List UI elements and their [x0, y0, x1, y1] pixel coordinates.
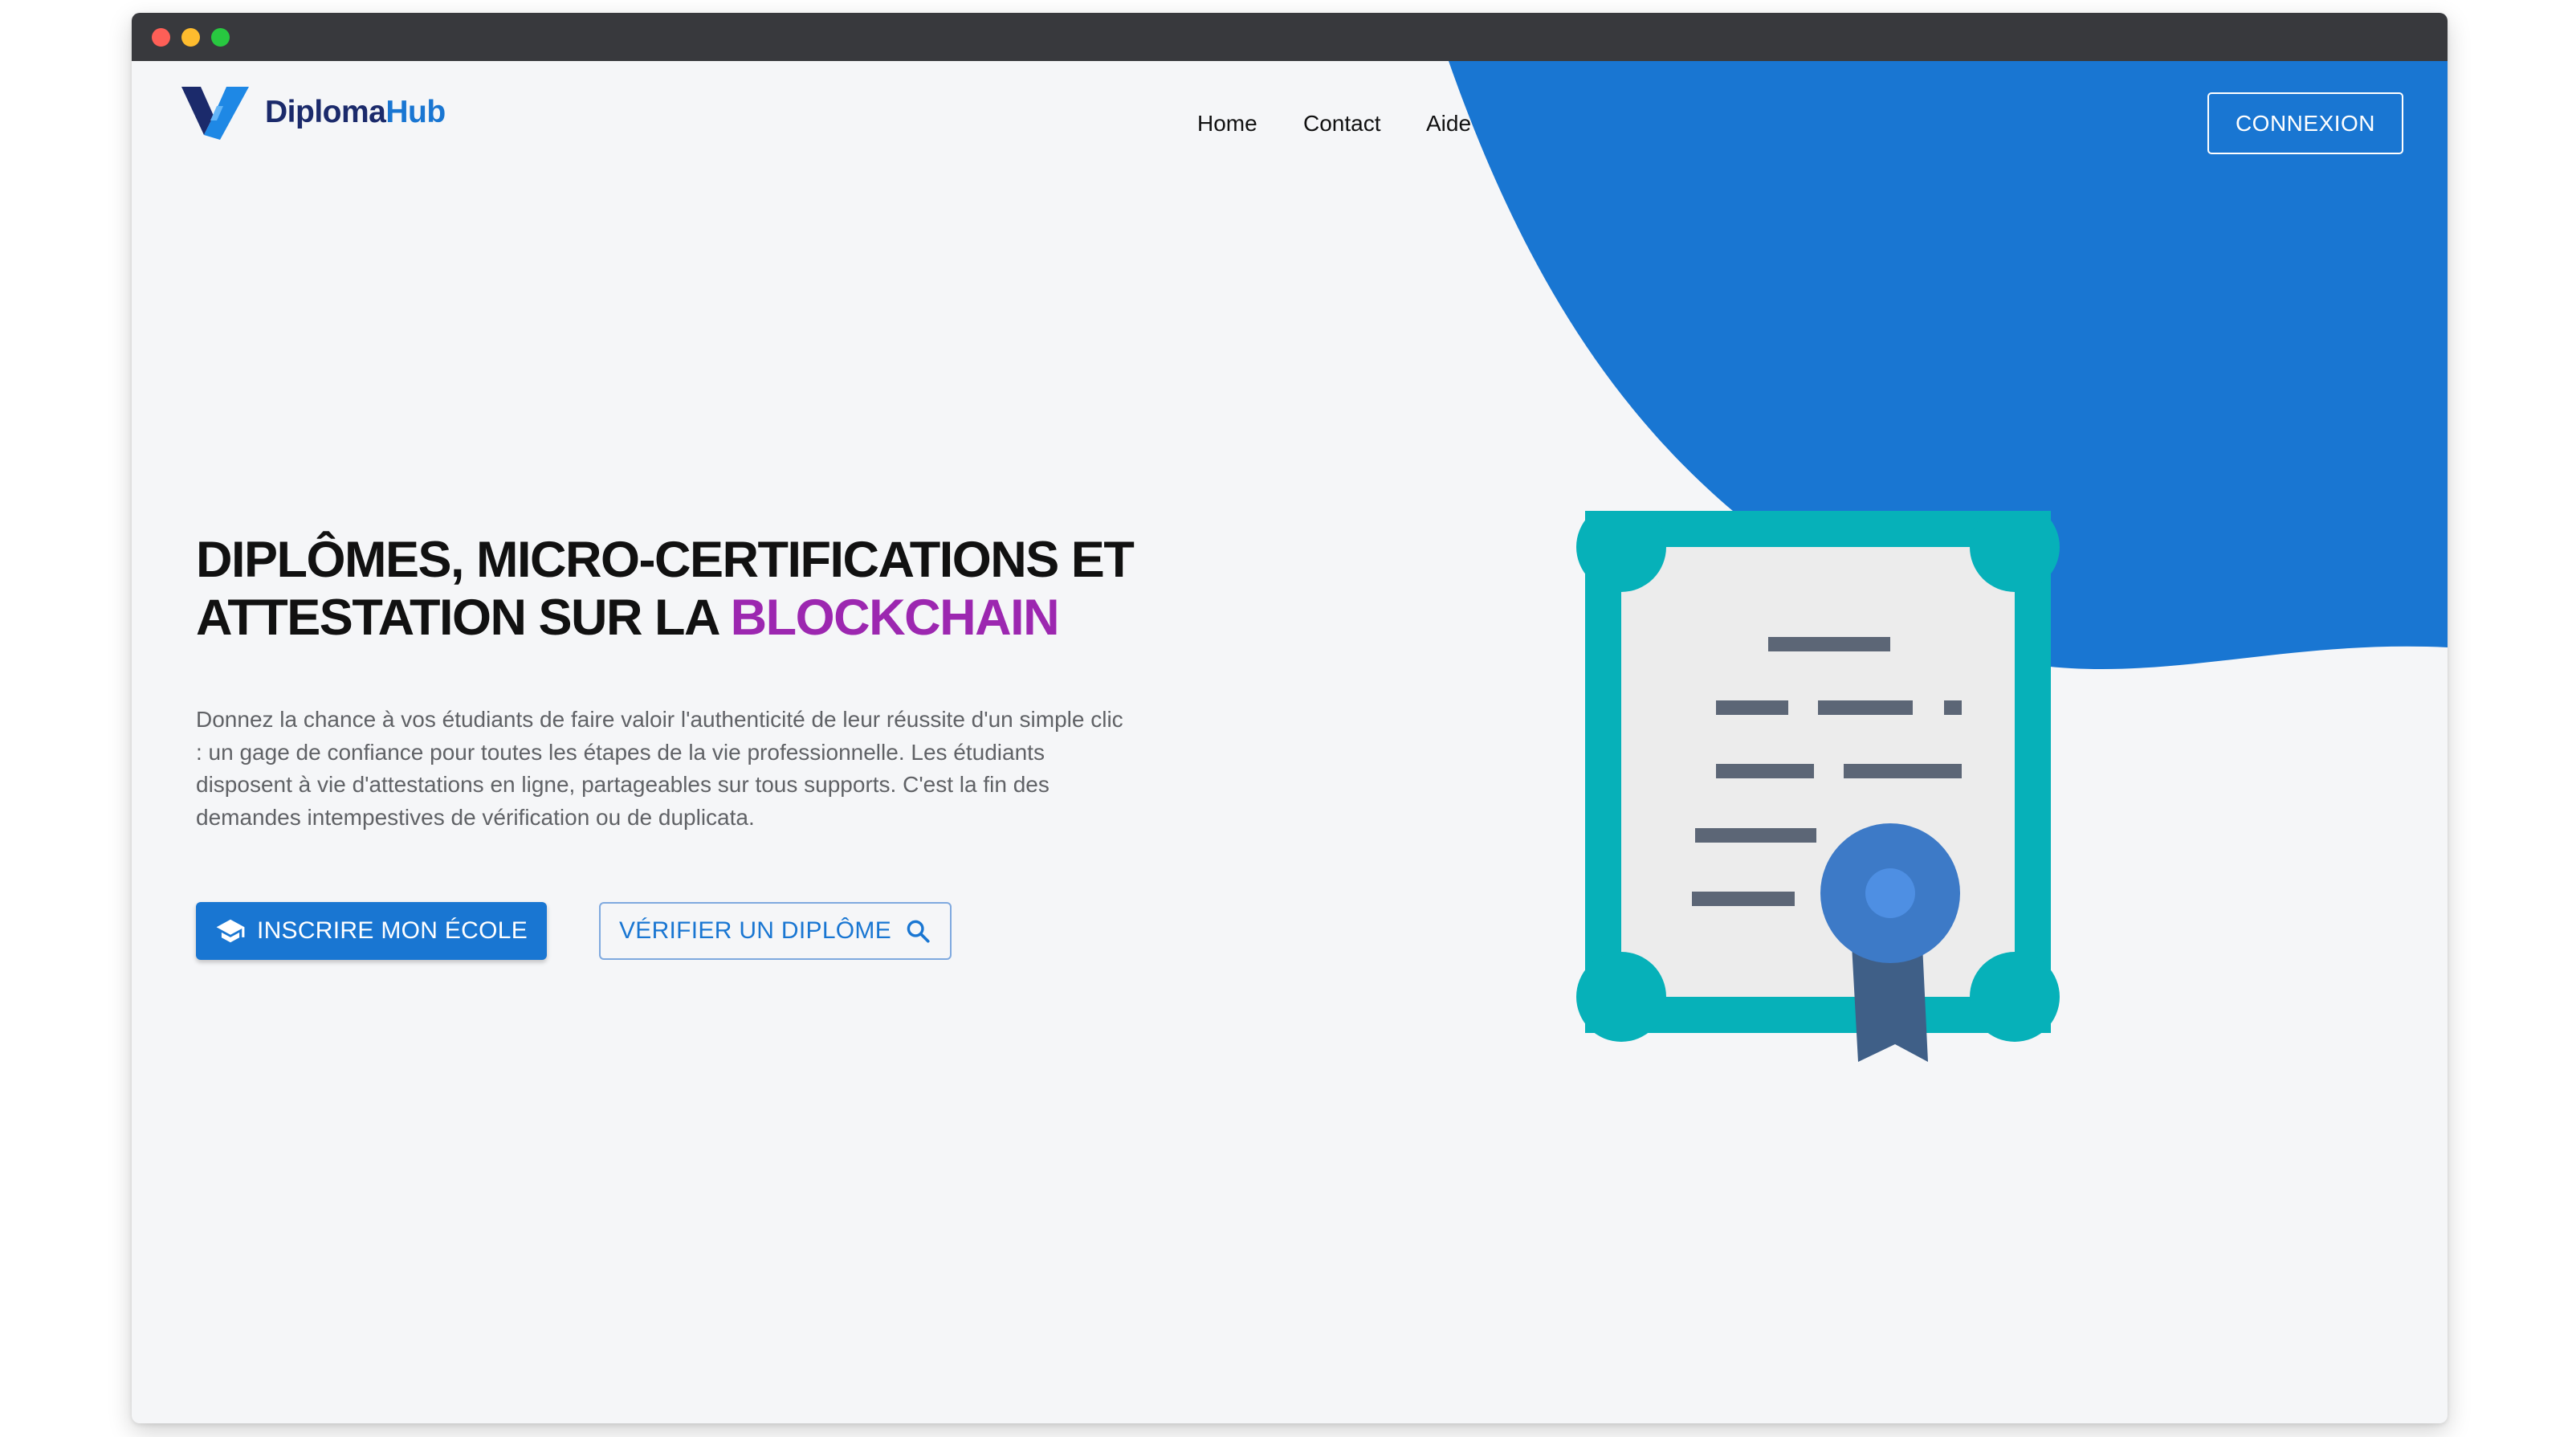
close-window-button[interactable]: [152, 28, 170, 47]
landing-page: DiplomaHub Home Contact Aide CONNEXION D…: [132, 61, 2448, 1423]
nav-link-home[interactable]: Home: [1197, 111, 1257, 137]
graduation-cap-icon: [216, 919, 245, 943]
hero-description: Donnez la chance à vos étudiants de fair…: [196, 707, 1123, 830]
verify-diploma-button[interactable]: VÉRIFIER UN DIPLÔME: [599, 902, 952, 960]
hero-title-accent: BLOCKCHAIN: [730, 590, 1060, 646]
hero-title-line2: ATTESTATION SUR LA: [196, 590, 731, 646]
login-button[interactable]: CONNEXION: [2207, 92, 2403, 154]
logo-mark-icon: [181, 87, 249, 140]
brand-name: DiplomaHub: [265, 95, 446, 130]
register-school-label: INSCRIRE MON ÉCOLE: [256, 917, 528, 944]
certificate-illustration: [1576, 511, 2060, 1062]
verify-diploma-label: VÉRIFIER UN DIPLÔME: [618, 917, 892, 944]
register-school-button[interactable]: INSCRIRE MON ÉCOLE: [196, 902, 547, 960]
nav-link-contact[interactable]: Contact: [1303, 111, 1381, 137]
hero-title-line1: DIPLÔMES, MICRO-CERTIFICATIONS ET: [196, 532, 1135, 588]
diplomahub-logo[interactable]: DiplomaHub: [181, 84, 446, 141]
brand-name-part2: Hub: [385, 95, 446, 129]
minimize-window-button[interactable]: [181, 28, 200, 47]
browser-window: DiplomaHub Home Contact Aide CONNEXION D…: [132, 13, 2448, 1423]
search-icon: [907, 920, 930, 943]
hero-title: DIPLÔMES, MICRO-CERTIFICATIONS ET ATTEST…: [196, 531, 1240, 647]
window-titlebar: [132, 13, 2448, 61]
brand-name-part1: Diploma: [265, 95, 386, 129]
nav-link-aide[interactable]: Aide: [1426, 111, 1471, 137]
maximize-window-button[interactable]: [211, 28, 230, 47]
